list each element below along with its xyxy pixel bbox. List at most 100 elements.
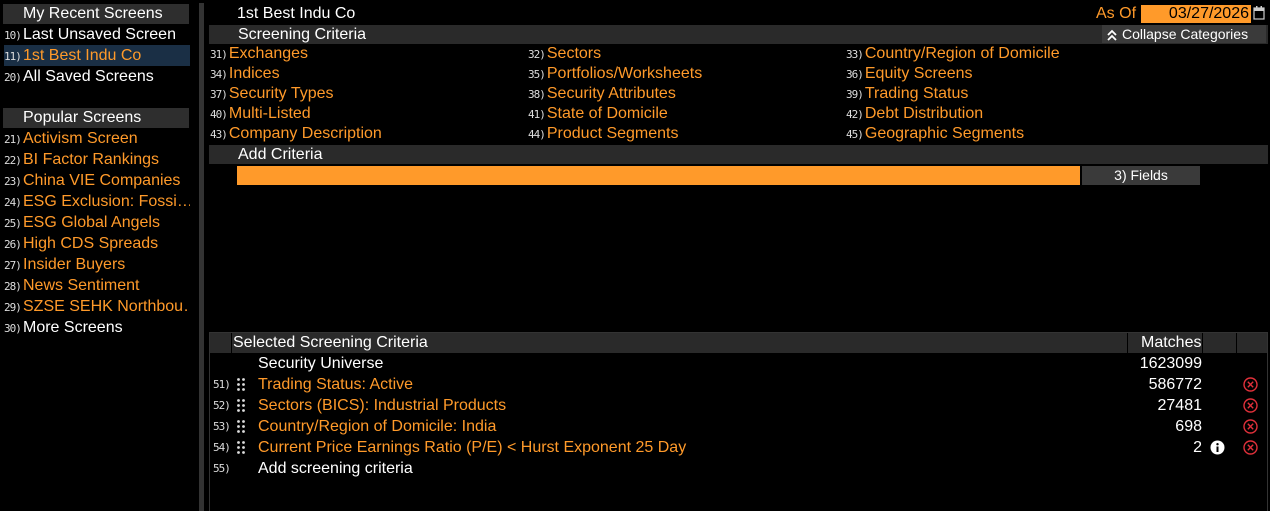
criteria-label: Sectors bbox=[546, 45, 602, 62]
criteria-label: Security Types bbox=[228, 85, 334, 102]
item-label: BI Factor Rankings bbox=[23, 151, 160, 168]
match-count: 586772 bbox=[1148, 376, 1202, 393]
screen-title: 1st Best Indu Co bbox=[237, 5, 356, 22]
criteria-row[interactable]: 54) Current Price Earnings Ratio (P/E) < … bbox=[210, 437, 1267, 458]
column-divider bbox=[231, 333, 232, 353]
popular-screen-item-activism-screen[interactable]: 21) Activism Screen bbox=[4, 128, 190, 149]
selected-criteria-table: Selected Screening Criteria Matches Secu… bbox=[209, 332, 1268, 511]
criteria-category-security-attributes[interactable]: 38) Security Attributes bbox=[528, 84, 676, 104]
criteria-category-multi-listed[interactable]: 40) Multi-Listed bbox=[210, 104, 311, 124]
remove-criteria-icon[interactable] bbox=[1243, 377, 1258, 392]
criteria-category-exchanges[interactable]: 31) Exchanges bbox=[210, 44, 308, 64]
item-label: Last Unsaved Screen bbox=[23, 26, 176, 43]
criteria-category-company-description[interactable]: 43) Company Description bbox=[210, 124, 382, 144]
criteria-category-portfolios-worksheets[interactable]: 35) Portfolios/Worksheets bbox=[528, 64, 702, 84]
criteria-label: Company Description bbox=[228, 125, 382, 142]
item-label: ESG Exclusion: Fossi… bbox=[23, 193, 190, 210]
item-label: Activism Screen bbox=[23, 130, 138, 147]
item-number: 10) bbox=[4, 29, 22, 42]
row-number: 54) bbox=[213, 441, 231, 454]
criteria-category-state-of-domicile[interactable]: 41) State of Domicile bbox=[528, 104, 668, 124]
criteria-label: Exchanges bbox=[228, 45, 309, 62]
popular-screen-item-esg-exclusion-fossi[interactable]: 24) ESG Exclusion: Fossi… bbox=[4, 191, 190, 212]
match-count: 1623099 bbox=[1139, 355, 1202, 372]
criteria-label: Portfolios/Worksheets bbox=[546, 65, 703, 82]
remove-criteria-icon[interactable] bbox=[1243, 398, 1258, 413]
recent-screen-item-1st-best-indu-co[interactable]: 11) 1st Best Indu Co bbox=[4, 45, 190, 66]
collapse-categories-button[interactable]: Collapse Categories bbox=[1102, 25, 1266, 43]
criteria-label: Trading Status bbox=[864, 85, 969, 102]
criteria-row[interactable]: 52) Sectors (BICS): Industrial Products 27… bbox=[210, 395, 1267, 416]
calendar-icon[interactable] bbox=[1253, 6, 1265, 20]
sidebar-divider[interactable] bbox=[199, 3, 204, 511]
criteria-label: Multi-Listed bbox=[228, 105, 311, 122]
criteria-category-product-segments[interactable]: 44) Product Segments bbox=[528, 124, 679, 144]
drag-handle-icon[interactable] bbox=[237, 399, 245, 412]
criteria-category-debt-distribution[interactable]: 42) Debt Distribution bbox=[846, 104, 983, 124]
info-icon[interactable] bbox=[1210, 440, 1225, 455]
drag-handle-icon[interactable] bbox=[237, 378, 245, 391]
popular-screen-item-news-sentiment[interactable]: 28) News Sentiment bbox=[4, 275, 190, 296]
row-number: 51) bbox=[213, 378, 231, 391]
popular-screen-item-high-cds-spreads[interactable]: 26) High CDS Spreads bbox=[4, 233, 190, 254]
security-universe-row[interactable]: Security Universe 1623099 bbox=[210, 353, 1267, 374]
criteria-category-sectors[interactable]: 32) Sectors bbox=[528, 44, 601, 64]
more-screens-item[interactable]: 30) More Screens bbox=[4, 317, 190, 338]
popular-screen-item-insider-buyers[interactable]: 27) Insider Buyers bbox=[4, 254, 190, 275]
criteria-row[interactable]: 55) Add screening criteria bbox=[210, 458, 1267, 479]
row-number: 55) bbox=[213, 462, 231, 475]
remove-criteria-icon[interactable] bbox=[1243, 440, 1258, 455]
item-label: 1st Best Indu Co bbox=[23, 47, 142, 64]
item-number: 20) bbox=[4, 71, 22, 84]
as-of-date-input[interactable]: 03/27/2026 bbox=[1141, 5, 1251, 23]
criteria-label: Indices bbox=[228, 65, 280, 82]
item-label: More Screens bbox=[23, 319, 123, 336]
selected-criteria-title: Selected Screening Criteria bbox=[233, 334, 428, 351]
add-criteria-bar: Add Criteria bbox=[209, 145, 1268, 164]
fields-button[interactable]: 3) Fields bbox=[1082, 166, 1200, 185]
criteria-number: 43) bbox=[210, 128, 228, 141]
add-criteria-input[interactable] bbox=[237, 166, 1080, 185]
criteria-category-trading-status[interactable]: 39) Trading Status bbox=[846, 84, 968, 104]
remove-criteria-icon[interactable] bbox=[1243, 419, 1258, 434]
item-number: 26) bbox=[4, 238, 22, 251]
criteria-label: Geographic Segments bbox=[864, 125, 1025, 142]
drag-handle-icon[interactable] bbox=[237, 441, 245, 454]
row-number: 53) bbox=[213, 420, 231, 433]
popular-screen-item-szse-sehk-northbou[interactable]: 29) SZSE SEHK Northbou… bbox=[4, 296, 190, 317]
popular-screen-item-esg-global-angels[interactable]: 25) ESG Global Angels bbox=[4, 212, 190, 233]
item-number: 11) bbox=[4, 50, 22, 63]
criteria-category-security-types[interactable]: 37) Security Types bbox=[210, 84, 334, 104]
criteria-category-indices[interactable]: 34) Indices bbox=[210, 64, 280, 84]
criteria-number: 39) bbox=[846, 88, 864, 101]
recent-screen-item-last-unsaved-screen[interactable]: 10) Last Unsaved Screen bbox=[4, 24, 190, 45]
criteria-category-country-region-of-domicile[interactable]: 33) Country/Region of Domicile bbox=[846, 44, 1060, 64]
criteria-number: 35) bbox=[528, 68, 546, 81]
criteria-category-geographic-segments[interactable]: 45) Geographic Segments bbox=[846, 124, 1024, 144]
criteria-label[interactable]: Sectors (BICS): Industrial Products bbox=[258, 395, 506, 416]
item-label: All Saved Screens bbox=[23, 68, 154, 85]
criteria-label[interactable]: Current Price Earnings Ratio (P/E) < Hur… bbox=[258, 437, 686, 458]
popular-screen-item-china-vie-companies[interactable]: 23) China VIE Companies bbox=[4, 170, 190, 191]
criteria-number: 37) bbox=[210, 88, 228, 101]
drag-handle-icon[interactable] bbox=[237, 420, 245, 433]
criteria-label: Add screening criteria bbox=[258, 460, 413, 477]
criteria-number: 34) bbox=[210, 68, 228, 81]
as-of-label: As Of bbox=[1096, 5, 1137, 22]
criteria-row[interactable]: 51) Trading Status: Active 586772 bbox=[210, 374, 1267, 395]
criteria-label[interactable]: Trading Status: Active bbox=[258, 374, 413, 395]
item-label: Insider Buyers bbox=[23, 256, 126, 273]
item-number: 22) bbox=[4, 154, 22, 167]
criteria-number: 45) bbox=[846, 128, 864, 141]
criteria-label[interactable]: Country/Region of Domicile: India bbox=[258, 416, 496, 437]
criteria-row[interactable]: 53) Country/Region of Domicile: India 698 bbox=[210, 416, 1267, 437]
matches-column-header[interactable]: Matches bbox=[1127, 333, 1201, 353]
column-divider bbox=[1202, 333, 1203, 353]
criteria-number: 33) bbox=[846, 48, 864, 61]
item-number: 29) bbox=[4, 301, 22, 314]
item-number: 27) bbox=[4, 259, 22, 272]
criteria-category-equity-screens[interactable]: 36) Equity Screens bbox=[846, 64, 972, 84]
popular-screen-item-bi-factor-rankings[interactable]: 22) BI Factor Rankings bbox=[4, 149, 190, 170]
recent-screen-item-all-saved-screens[interactable]: 20) All Saved Screens bbox=[4, 66, 190, 87]
criteria-number: 36) bbox=[846, 68, 864, 81]
